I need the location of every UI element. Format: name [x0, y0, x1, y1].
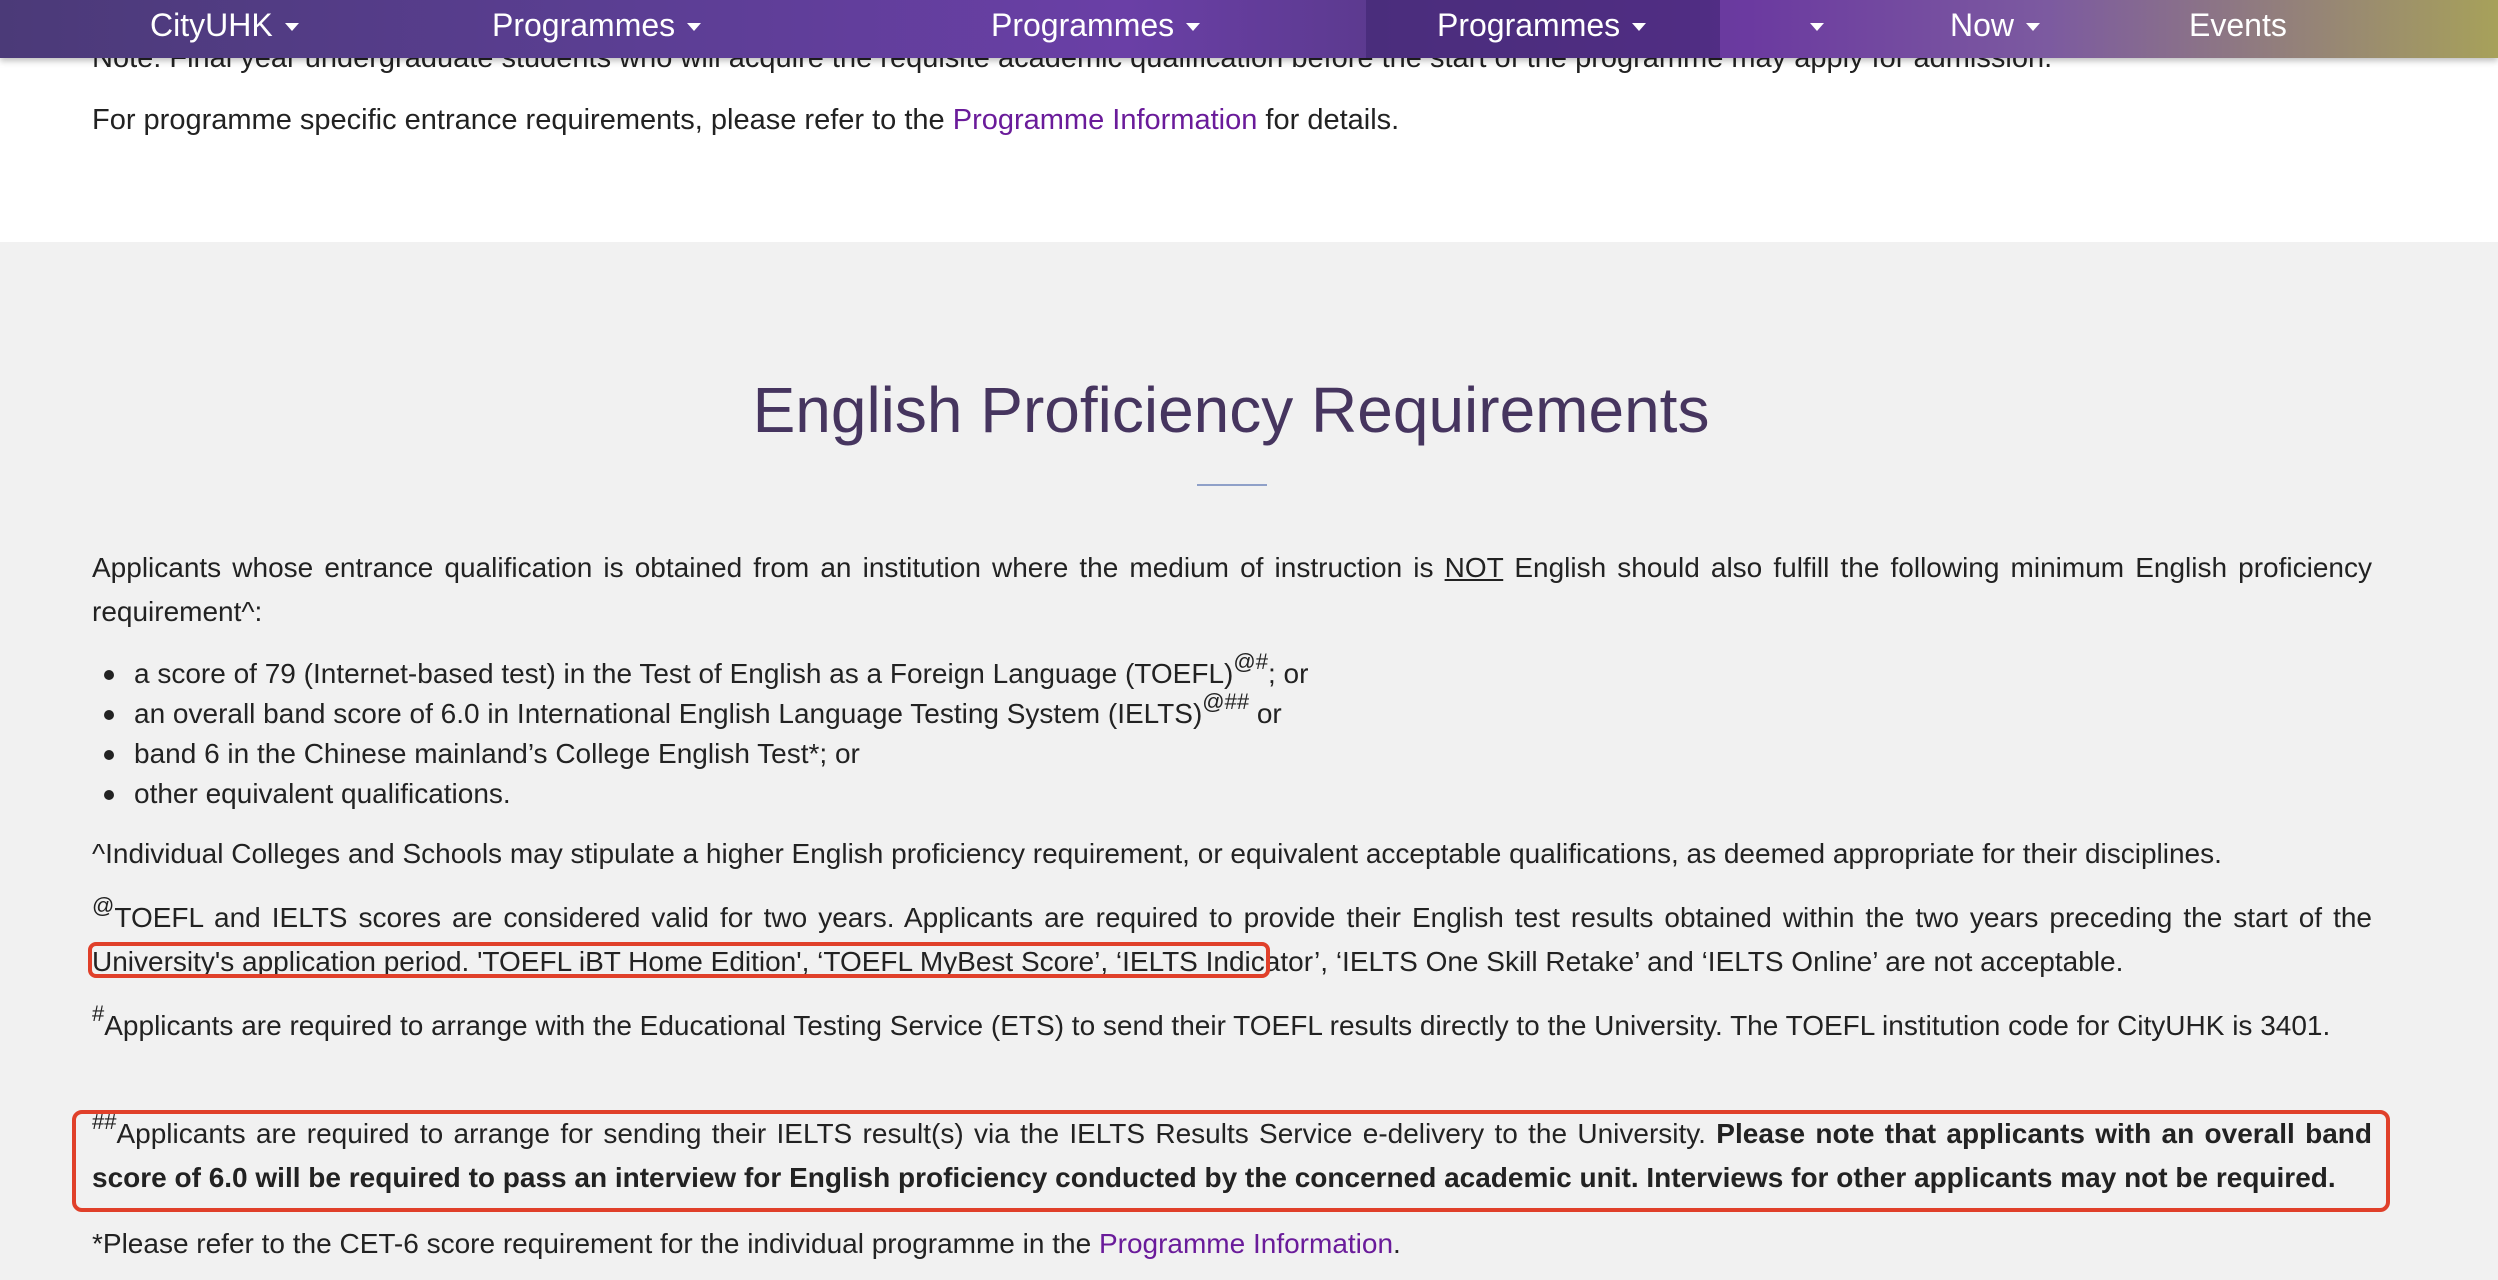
nav-label: Events: [2189, 7, 2287, 43]
intro-text-a: Applicants whose entrance qualification …: [92, 552, 1445, 583]
nav-label: Programmes: [991, 7, 1175, 43]
chevron-down-icon: [1186, 23, 1201, 31]
intro-paragraph: Applicants whose entrance qualification …: [92, 546, 2372, 634]
programme-reference: For programme specific entrance requirem…: [92, 96, 2392, 144]
list-text: a score of 79 (Internet-based test) in t…: [134, 658, 1234, 689]
note-toefl-text: Applicants are required to arrange with …: [104, 1010, 2331, 1041]
nav-item-apply-now[interactable]: Now: [1950, 0, 2041, 50]
title-divider: [1197, 484, 1267, 486]
note-toefl-ets: #Applicants are required to arrange with…: [92, 1000, 2372, 1048]
list-item-cet: band 6 in the Chinese mainland’s College…: [92, 734, 2292, 774]
nav-label: Programmes: [1437, 7, 1621, 43]
programme-information-link-2[interactable]: Programme Information: [1099, 1228, 1393, 1259]
chevron-down-icon: [2026, 23, 2041, 31]
footnote-marker: @#: [1233, 648, 1268, 674]
note-cet6-prefix: *Please refer to the CET-6 score require…: [92, 1228, 1099, 1259]
note-validity: @TOEFL and IELTS scores are considered v…: [92, 892, 2372, 984]
chevron-down-icon: [687, 23, 702, 31]
list-item-ielts: an overall band score of 6.0 in Internat…: [92, 690, 2292, 734]
note-ielts-delivery: ##Applicants are required to arrange for…: [92, 1108, 2372, 1200]
chevron-down-icon: [284, 23, 299, 31]
note-caret: ^Individual Colleges and Schools may sti…: [92, 838, 2222, 869]
nav-label: Now: [1950, 7, 2015, 43]
list-tail: ; or: [1267, 658, 1309, 689]
footnote-marker: @: [92, 892, 115, 918]
footnote-marker: @##: [1202, 688, 1250, 714]
note-cet6-suffix: .: [1393, 1228, 1401, 1259]
footnote-marker: #: [92, 1000, 105, 1026]
nav-label: CityUHK: [150, 7, 273, 43]
note-cet6: *Please refer to the CET-6 score require…: [92, 1222, 2372, 1266]
list-tail: or: [1249, 698, 1282, 729]
reference-prefix: For programme specific entrance requirem…: [92, 104, 953, 136]
chevron-down-icon: [1810, 23, 1824, 31]
note-ielts-text: Applicants are required to arrange for s…: [116, 1118, 1717, 1149]
nav-item-cityuhk[interactable]: CityUHK: [150, 0, 299, 50]
english-proficiency-section: English Proficiency Requirements Applica…: [0, 242, 2498, 1280]
section-title: English Proficiency Requirements: [752, 374, 1710, 446]
nav-item-programmes-2[interactable]: Programmes: [991, 0, 1201, 50]
nav-item-more[interactable]: [1798, 0, 1824, 50]
footnote-marker: ##: [92, 1108, 117, 1134]
nav-item-programmes-3[interactable]: Programmes: [1437, 0, 1647, 50]
intro-not: NOT: [1444, 552, 1504, 583]
list-item-toefl: a score of 79 (Internet-based test) in t…: [92, 650, 2292, 694]
nav-item-events[interactable]: Events: [2189, 0, 2287, 50]
programme-information-link[interactable]: Programme Information: [953, 104, 1258, 136]
nav-item-programmes-1[interactable]: Programmes: [492, 0, 702, 50]
reference-suffix: for details.: [1257, 104, 1400, 136]
list-text: an overall band score of 6.0 in Internat…: [134, 698, 1203, 729]
list-item-equivalent: other equivalent qualifications.: [92, 774, 2292, 814]
requirements-list: a score of 79 (Internet-based test) in t…: [92, 650, 2292, 814]
nav-label: Programmes: [492, 7, 676, 43]
chevron-down-icon: [1632, 23, 1647, 31]
main-navbar: CityUHK Programmes Programmes Programmes…: [0, 0, 2498, 58]
note-validity-text: TOEFL and IELTS scores are considered va…: [92, 902, 2372, 977]
